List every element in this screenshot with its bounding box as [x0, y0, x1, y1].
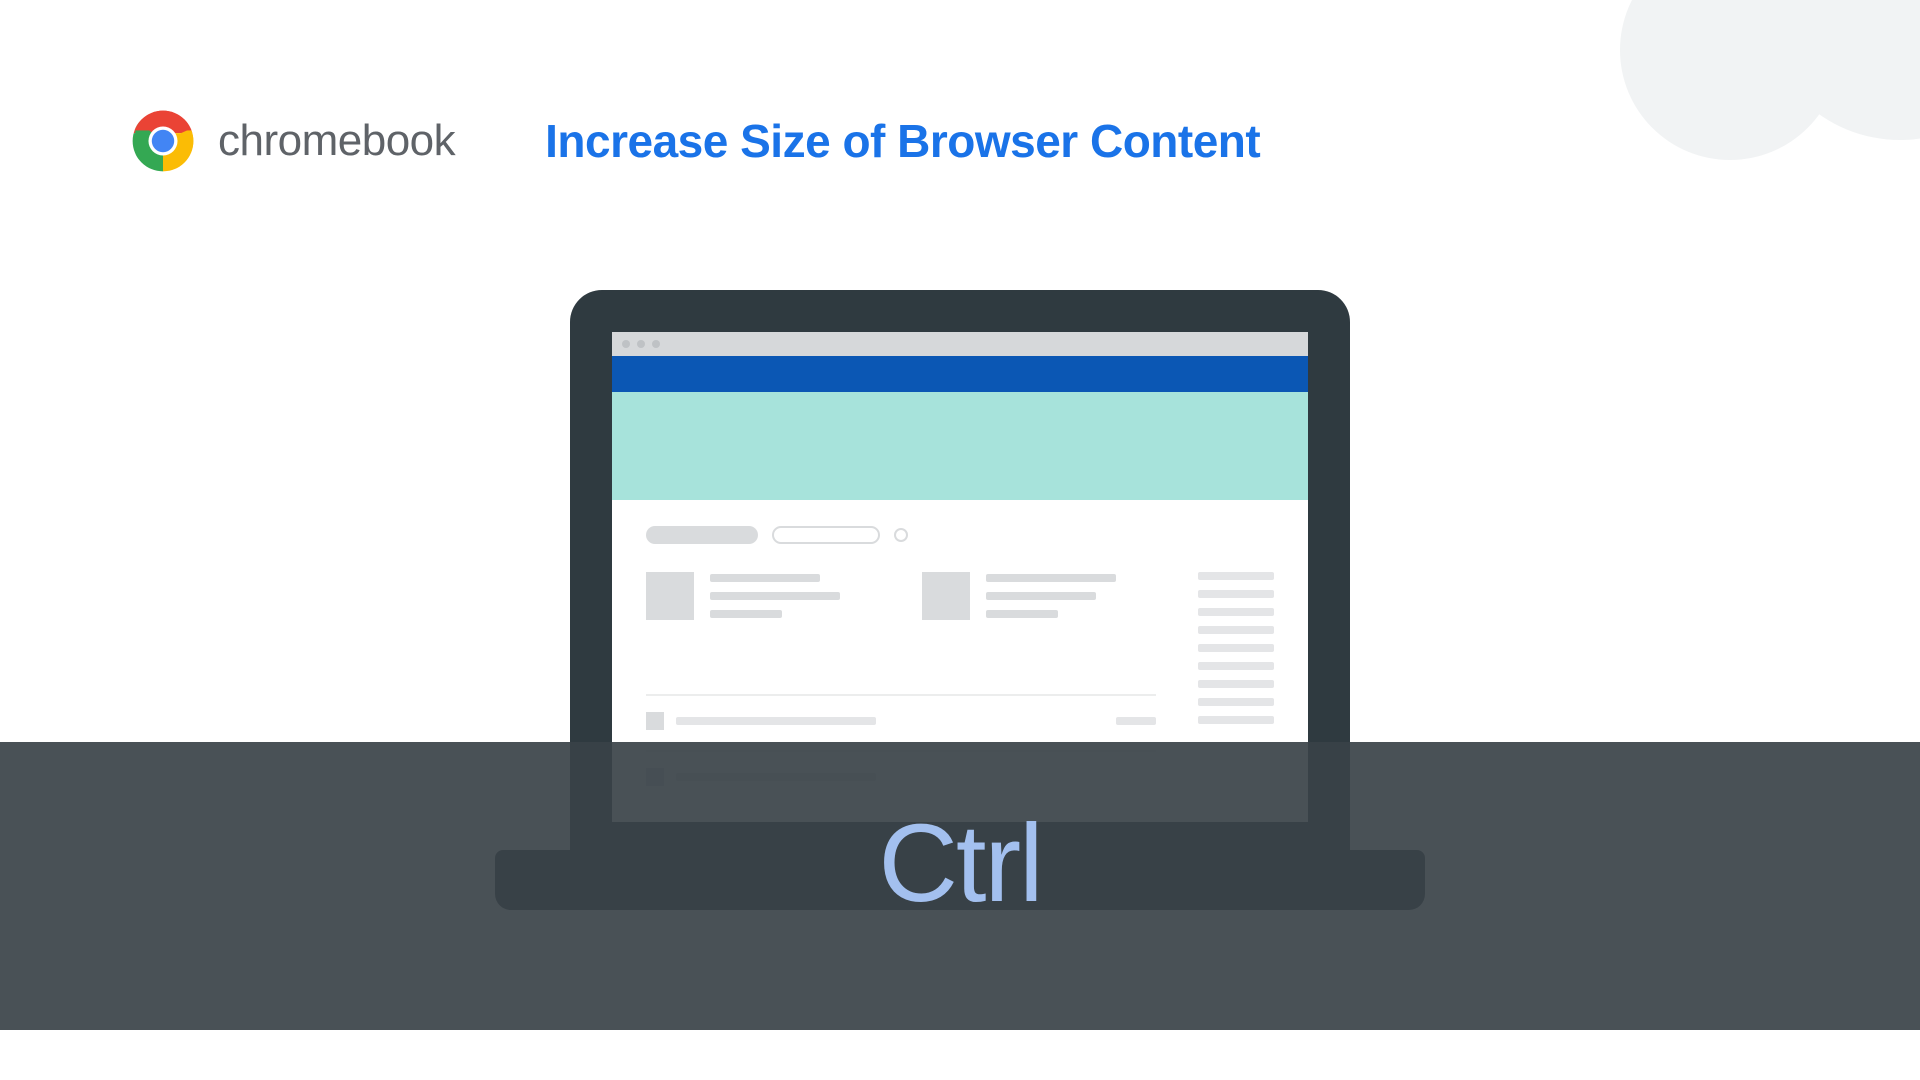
- content-card: [646, 572, 880, 620]
- window-dot-icon: [622, 340, 630, 348]
- list-item: [646, 706, 1156, 736]
- page-controls: [646, 526, 1274, 544]
- window-dot-icon: [652, 340, 660, 348]
- browser-titlebar: [612, 332, 1308, 356]
- page-title: Increase Size of Browser Content: [545, 114, 1260, 168]
- keyboard-key-label: Ctrl: [878, 800, 1041, 927]
- thumbnail-icon: [646, 572, 694, 620]
- brand-text: chromebook: [218, 116, 455, 166]
- placeholder-circle-icon: [894, 528, 908, 542]
- brand-lockup: chromebook: [130, 108, 455, 174]
- placeholder-pill: [646, 526, 758, 544]
- bullet-icon: [646, 712, 664, 730]
- browser-nav-bar: [612, 356, 1308, 392]
- sidebar-placeholder: [1198, 572, 1274, 680]
- window-dot-icon: [637, 340, 645, 348]
- thumbnail-icon: [922, 572, 970, 620]
- keyboard-hint-band: Ctrl: [0, 742, 1920, 1030]
- page-hero-banner: [612, 392, 1308, 500]
- placeholder-pill-outline: [772, 526, 880, 544]
- content-card: [922, 572, 1156, 620]
- chrome-icon: [130, 108, 196, 174]
- bottom-margin: [0, 1030, 1920, 1080]
- header: chromebook Increase Size of Browser Cont…: [130, 108, 1920, 174]
- content-columns: [646, 572, 1274, 680]
